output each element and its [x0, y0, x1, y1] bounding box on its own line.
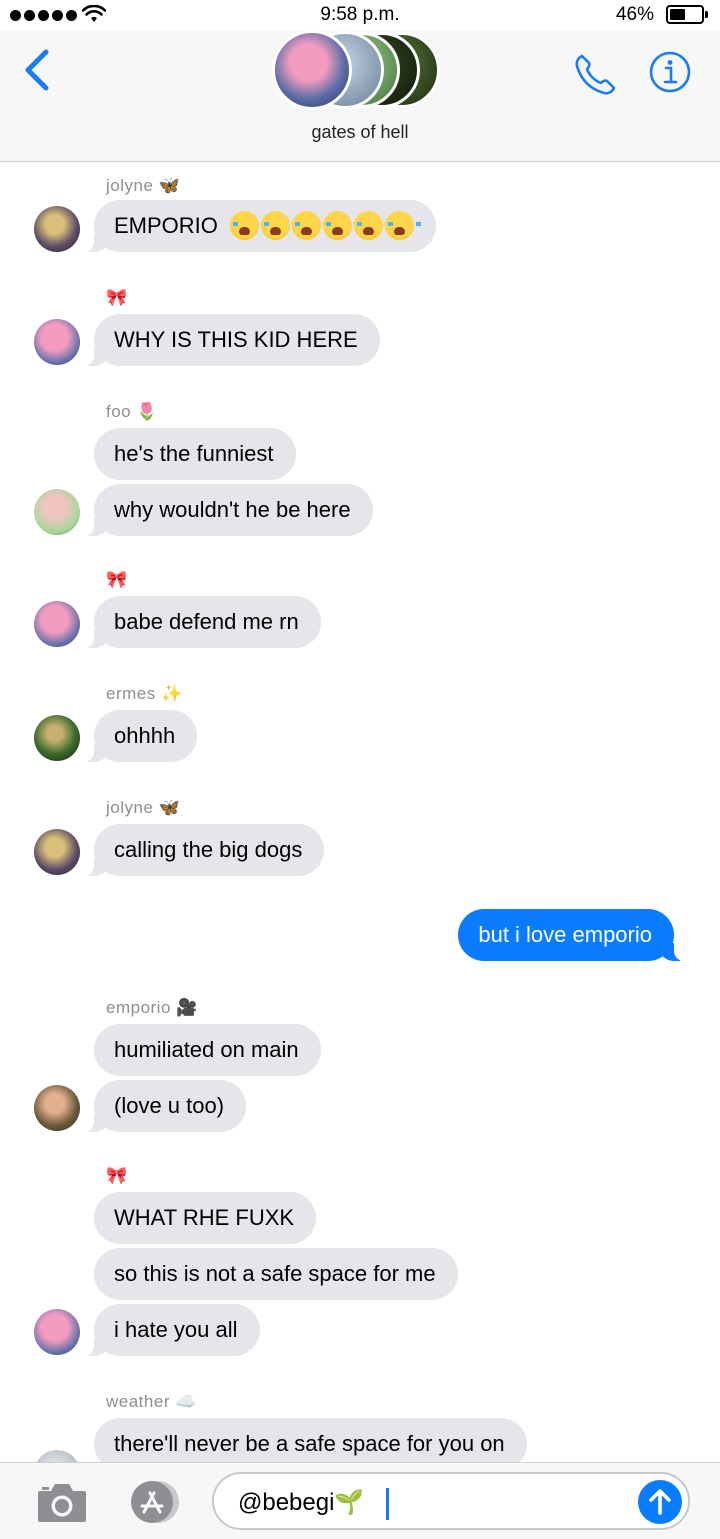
group-avatar-stack[interactable] — [272, 30, 452, 110]
group-name[interactable]: gates of hell — [0, 122, 720, 143]
chevron-left-icon[interactable] — [22, 48, 52, 92]
sender-name: jolyne 🦋 — [106, 176, 181, 195]
outgoing-message-bubble[interactable]: but i love emporio — [458, 909, 684, 961]
loudly-crying-emoji-icon — [261, 210, 298, 240]
avatar[interactable] — [34, 1309, 80, 1355]
avatar[interactable] — [34, 489, 80, 535]
loudly-crying-emoji-icon — [230, 210, 267, 240]
message-bubble[interactable]: i hate you all — [84, 1304, 260, 1356]
message-thread[interactable]: jolyne 🦋 EMPORIO 🎀 WHY IS THIS KID HERE … — [0, 162, 720, 1462]
group-member-avatar — [272, 30, 352, 110]
avatar[interactable] — [34, 601, 80, 647]
status-bar: 9:58 p.m. 46% — [0, 0, 720, 30]
camera-icon[interactable] — [36, 1481, 88, 1523]
message-bubble[interactable]: there'll never be a safe space for you o… — [94, 1418, 527, 1462]
sender-name: weather ☁️ — [106, 1392, 197, 1411]
message-bubble[interactable]: he's the funniest — [94, 428, 296, 480]
avatar[interactable] — [34, 715, 80, 761]
clock: 9:58 p.m. — [320, 4, 400, 25]
loudly-crying-emoji-icon — [323, 210, 360, 240]
message-bubble[interactable]: so this is not a safe space for me — [94, 1248, 458, 1300]
sender-name: 🎀 — [106, 570, 128, 589]
message-input-container[interactable] — [212, 1472, 690, 1530]
phone-icon[interactable] — [570, 50, 620, 100]
sender-name: jolyne 🦋 — [106, 798, 181, 817]
text-cursor — [386, 1488, 389, 1520]
message-bubble[interactable]: humiliated on main — [94, 1024, 321, 1076]
avatar[interactable] — [34, 829, 80, 875]
avatar[interactable] — [34, 1085, 80, 1131]
sender-name: foo 🌷 — [106, 402, 159, 421]
app-store-icon[interactable] — [122, 1479, 182, 1525]
message-input[interactable] — [238, 1484, 618, 1520]
avatar[interactable] — [34, 206, 80, 252]
sender-name: ermes ✨ — [106, 684, 183, 703]
conversation-header: gates of hell — [0, 30, 720, 162]
message-bubble[interactable]: (love u too) — [83, 1080, 247, 1132]
message-bubble[interactable]: ohhhh — [83, 710, 198, 762]
avatar[interactable] — [34, 319, 80, 365]
message-text: EMPORIO — [114, 213, 218, 238]
message-bubble[interactable]: babe defend me rn — [84, 596, 321, 648]
battery-icon — [666, 5, 708, 24]
battery-percentage: 46% — [615, 4, 654, 25]
message-bubble[interactable]: WHY IS THIS KID HERE — [84, 314, 380, 366]
avatar[interactable] — [34, 1450, 80, 1462]
sender-name: 🎀 — [106, 288, 128, 307]
sender-name: 🎀 — [106, 1166, 128, 1185]
loudly-crying-emoji-icon — [385, 210, 422, 240]
sender-name: emporio 🎥 — [106, 998, 198, 1017]
message-bubble[interactable]: EMPORIO — [83, 200, 437, 252]
send-arrow-icon[interactable] — [638, 1480, 682, 1524]
loudly-crying-emoji-icon — [354, 210, 391, 240]
message-bubble[interactable]: why wouldn't he be here — [84, 484, 373, 536]
loudly-crying-emoji-icon — [292, 210, 329, 240]
info-icon[interactable] — [648, 50, 692, 94]
compose-bar — [0, 1462, 720, 1539]
message-bubble[interactable]: WHAT RHE FUXK — [94, 1192, 317, 1244]
message-bubble[interactable]: calling the big dogs — [83, 824, 325, 876]
